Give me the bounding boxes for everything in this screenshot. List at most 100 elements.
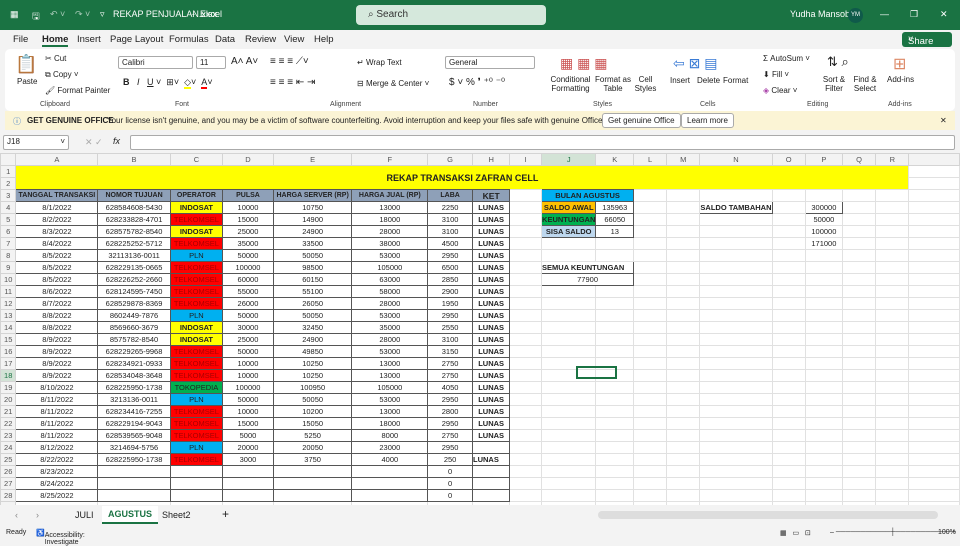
empty-cell[interactable] (699, 189, 773, 202)
cell-operator[interactable]: TELKOMSEL (169, 357, 224, 370)
autosum-button[interactable]: Σ AutoSum ˅ (763, 54, 810, 63)
cell-operator[interactable]: TELKOMSEL (169, 213, 224, 226)
empty-cell[interactable] (633, 309, 668, 322)
row-header[interactable]: 15 (0, 333, 17, 346)
cell-ket[interactable]: LUNAS (471, 417, 511, 430)
cell-harga-server[interactable] (272, 489, 353, 502)
empty-cell[interactable] (595, 405, 635, 418)
cell-harga-server[interactable]: 98500 (272, 261, 353, 274)
cell-harga-server[interactable]: 60150 (272, 273, 353, 286)
cell-harga-server[interactable]: 10200 (272, 405, 353, 418)
cell-pulsa[interactable]: 50000 (222, 249, 274, 262)
row-header[interactable]: 4 (0, 201, 17, 214)
column-title[interactable]: HARGA JUAL (RP) (351, 189, 429, 202)
empty-cell[interactable] (908, 429, 960, 442)
empty-cell[interactable] (541, 309, 597, 322)
empty-cell[interactable] (804, 381, 843, 394)
empty-cell[interactable] (633, 273, 668, 286)
cell-date[interactable]: 8/6/2022 (15, 285, 99, 298)
empty-cell[interactable] (666, 189, 701, 202)
cell-ket[interactable]: LUNAS (471, 321, 511, 334)
column-header-empty[interactable] (908, 153, 960, 166)
empty-cell[interactable] (771, 249, 806, 262)
empty-cell[interactable] (595, 381, 635, 394)
empty-cell[interactable] (699, 333, 773, 346)
cell-date[interactable]: 8/5/2022 (15, 261, 99, 274)
empty-cell[interactable] (509, 477, 543, 490)
empty-cell[interactable] (509, 357, 543, 370)
empty-cell[interactable] (908, 261, 960, 274)
empty-cell[interactable] (908, 333, 960, 346)
cell-operator[interactable] (169, 465, 224, 478)
empty-cell[interactable] (595, 453, 635, 466)
empty-cell[interactable] (595, 429, 635, 442)
row-header[interactable]: 17 (0, 357, 17, 370)
cell-date[interactable]: 8/11/2022 (15, 429, 99, 442)
empty-cell[interactable] (666, 405, 701, 418)
cell-ket[interactable]: LUNAS (471, 213, 511, 226)
empty-cell[interactable] (666, 369, 701, 382)
empty-cell[interactable] (841, 429, 877, 442)
empty-cell[interactable] (666, 309, 701, 322)
cell-pulsa[interactable]: 100000 (222, 381, 274, 394)
empty-cell[interactable] (471, 501, 511, 505)
empty-cell[interactable] (804, 405, 843, 418)
cell-operator[interactable]: INDOSAT (169, 201, 224, 214)
empty-cell[interactable] (771, 345, 806, 358)
empty-cell[interactable] (633, 405, 668, 418)
cell-number[interactable]: 628534048-3648 (97, 369, 171, 382)
formula-input[interactable] (130, 135, 955, 150)
column-header-d[interactable]: D (222, 153, 274, 166)
empty-cell[interactable] (541, 381, 597, 394)
cell-number[interactable]: 8602449-7876 (97, 309, 171, 322)
empty-cell[interactable] (633, 225, 668, 238)
column-header-g[interactable]: G (427, 153, 473, 166)
column-title[interactable]: HARGA SERVER (RP) (272, 189, 353, 202)
minimize-icon[interactable]: — (880, 9, 889, 19)
empty-cell[interactable] (841, 357, 877, 370)
cell-laba[interactable]: 2950 (427, 249, 473, 262)
empty-cell[interactable] (771, 261, 806, 274)
cell-ket[interactable] (471, 489, 511, 502)
cell-pulsa[interactable]: 20000 (222, 441, 274, 454)
empty-cell[interactable] (771, 417, 806, 430)
empty-cell[interactable] (875, 429, 910, 442)
empty-cell[interactable] (509, 261, 543, 274)
empty-cell[interactable] (666, 501, 701, 505)
cell-harga-jual[interactable]: 38000 (351, 237, 429, 250)
undo-icon[interactable]: ↶ ˅ (50, 9, 65, 20)
empty-cell[interactable] (841, 345, 877, 358)
cell-harga-jual[interactable] (351, 477, 429, 490)
column-header-c[interactable]: C (169, 153, 224, 166)
cell-harga-server[interactable]: 24900 (272, 225, 353, 238)
cell-date[interactable]: 8/11/2022 (15, 417, 99, 430)
empty-cell[interactable] (509, 429, 543, 442)
cell-operator[interactable]: TELKOMSEL (169, 345, 224, 358)
cell-operator[interactable]: TELKOMSEL (169, 417, 224, 430)
cell-pulsa[interactable]: 60000 (222, 273, 274, 286)
cell-pulsa[interactable]: 50000 (222, 345, 274, 358)
cell-ket[interactable]: LUNAS (471, 357, 511, 370)
cell-ket[interactable]: LUNAS (471, 201, 511, 214)
empty-cell[interactable] (595, 417, 635, 430)
empty-cell[interactable] (771, 441, 806, 454)
empty-cell[interactable] (771, 321, 806, 334)
cell-date[interactable]: 8/23/2022 (15, 465, 99, 478)
empty-cell[interactable] (804, 489, 843, 502)
cell-ket[interactable]: LUNAS (471, 249, 511, 262)
cell-date[interactable]: 8/9/2022 (15, 369, 99, 382)
cell-styles-button[interactable]: Cell Styles (633, 75, 658, 93)
empty-cell[interactable] (771, 369, 806, 382)
cut-button[interactable]: ✂ Cut (45, 54, 66, 63)
cell-harga-jual[interactable]: 53000 (351, 345, 429, 358)
cell-laba[interactable]: 0 (427, 465, 473, 478)
empty-cell[interactable] (804, 189, 843, 202)
empty-cell[interactable] (804, 369, 843, 382)
tab-view[interactable]: View (284, 34, 304, 45)
keuntungan-value[interactable]: 66050 (595, 213, 635, 226)
cell-date[interactable]: 8/3/2022 (15, 225, 99, 238)
saldo-tambahan-value[interactable]: 171000 (804, 237, 843, 250)
empty-cell[interactable] (509, 309, 543, 322)
empty-cell[interactable] (804, 417, 843, 430)
cell-harga-server[interactable]: 50050 (272, 309, 353, 322)
